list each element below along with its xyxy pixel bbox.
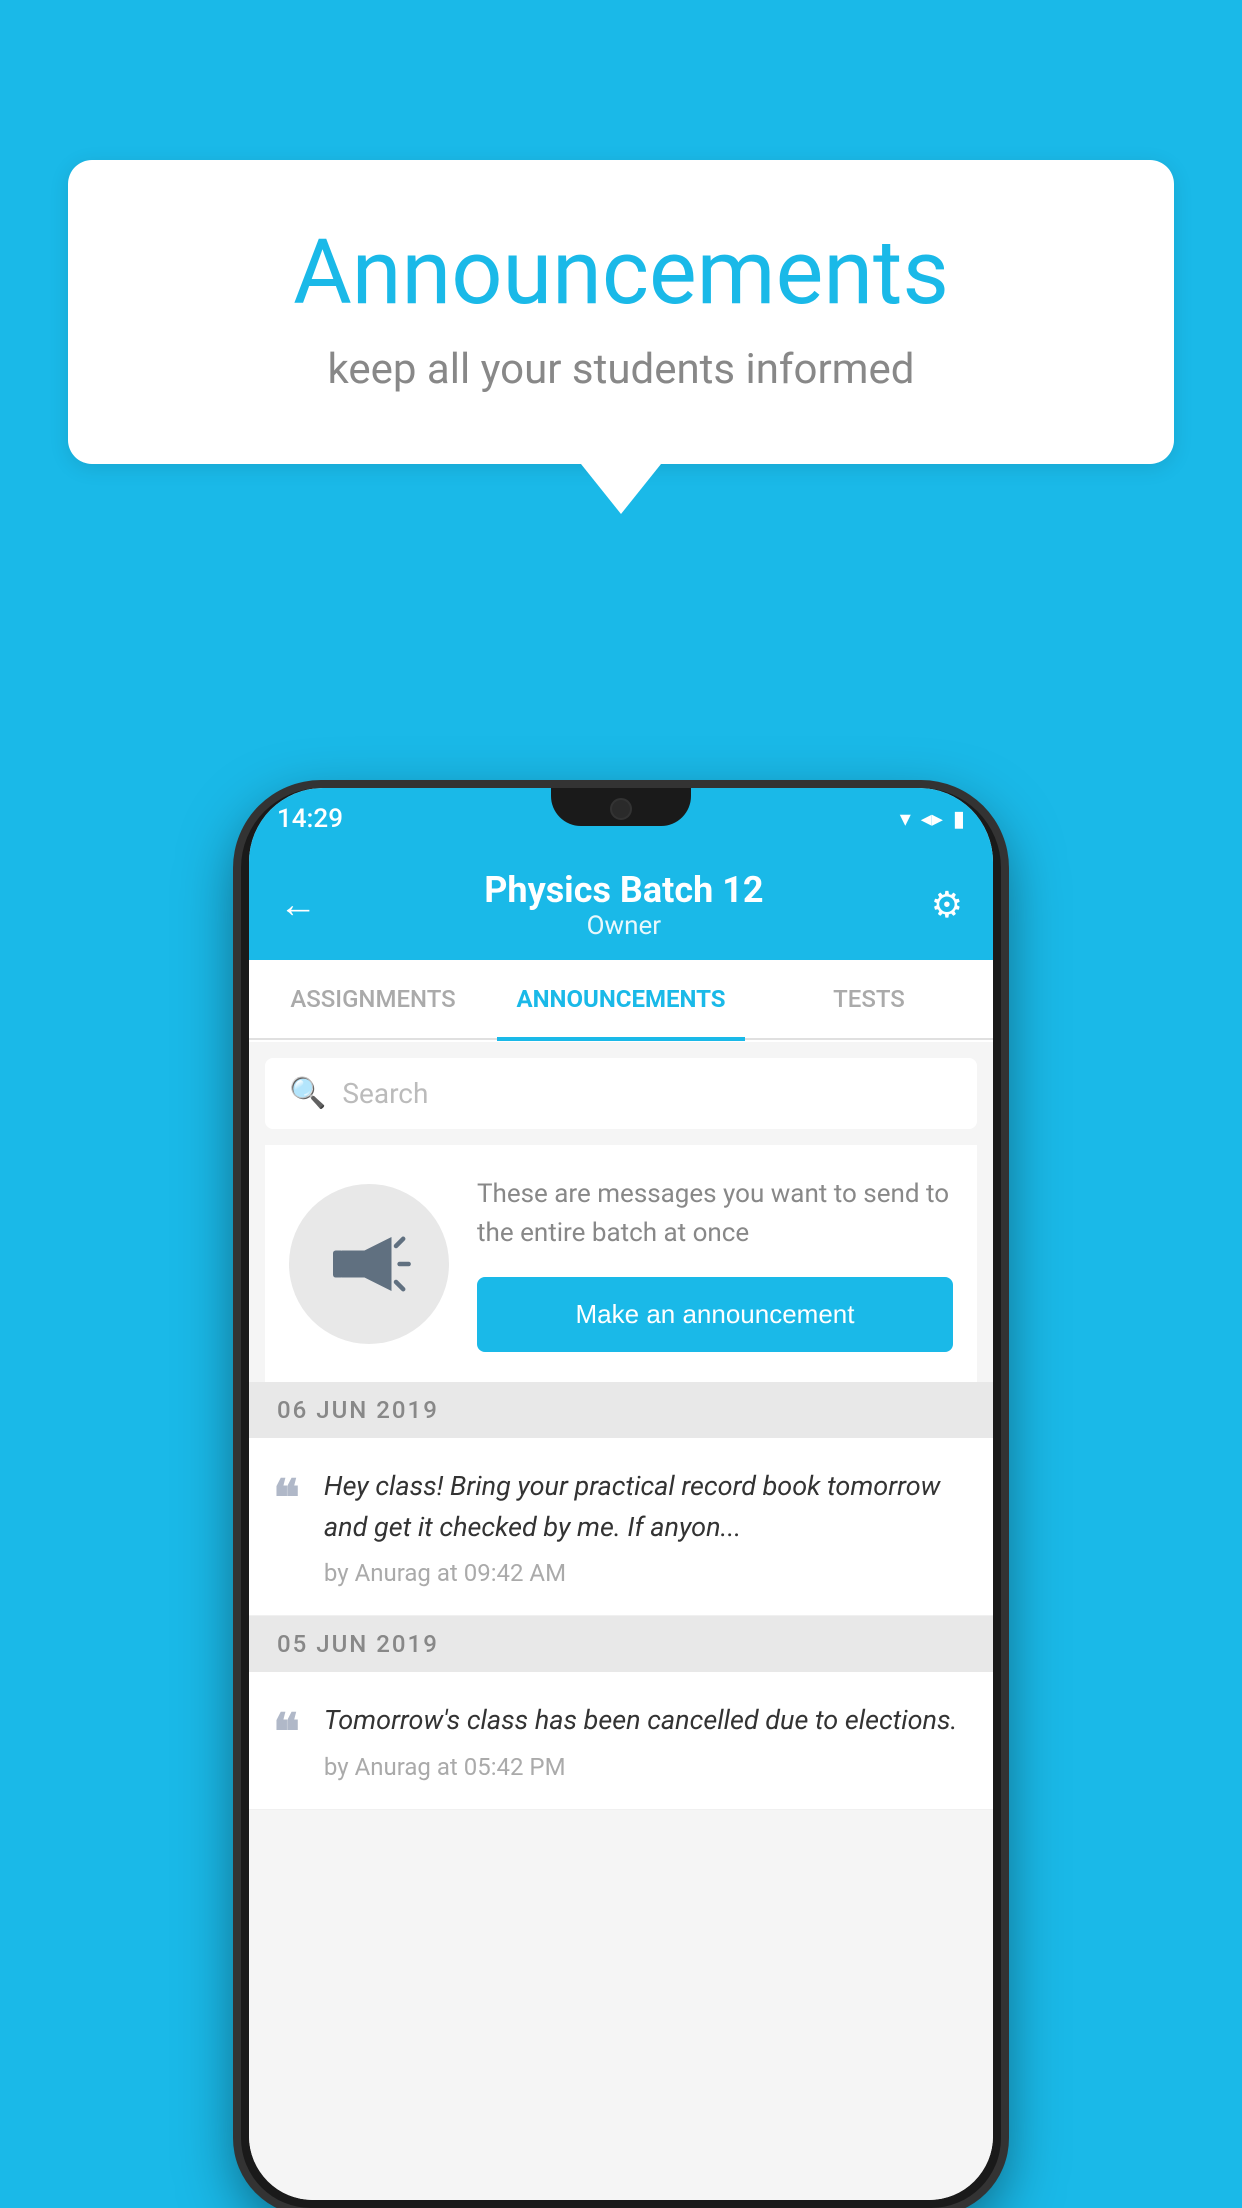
search-placeholder: Search [342,1077,428,1110]
cta-description: These are messages you want to send to t… [477,1175,953,1253]
phone-screen: 14:29 ▾ ◂▸ ▮ ← Physics Batch 12 Owner ⚙ … [249,788,993,2200]
tab-assignments[interactable]: ASSIGNMENTS [249,957,497,1041]
app-header: ← Physics Batch 12 Owner ⚙ [249,850,993,960]
tab-tests[interactable]: TESTS [745,957,993,1041]
announcement-author-2: by Anurag at 05:42 PM [324,1753,965,1781]
announcement-cta: These are messages you want to send to t… [265,1145,977,1382]
announcement-message-2: Tomorrow's class has been cancelled due … [324,1700,965,1741]
tab-bar: ASSIGNMENTS ANNOUNCEMENTS TESTS [249,960,993,1040]
phone-mockup: 14:29 ▾ ◂▸ ▮ ← Physics Batch 12 Owner ⚙ … [241,788,1001,2208]
make-announcement-button[interactable]: Make an announcement [477,1277,953,1352]
quote-icon-2: ❝ [273,1708,300,1758]
tab-announcements[interactable]: ANNOUNCEMENTS [497,957,745,1041]
status-icons: ▾ ◂▸ ▮ [900,807,965,832]
speech-bubble: Announcements keep all your students inf… [68,160,1174,464]
bubble-tail [581,464,661,514]
announcement-text-2: Tomorrow's class has been cancelled due … [324,1700,965,1781]
date-separator-2: 05 JUN 2019 [249,1616,993,1672]
announcement-item-2: ❝ Tomorrow's class has been cancelled du… [249,1672,993,1810]
back-button[interactable]: ← [279,883,317,927]
megaphone-icon [324,1219,414,1309]
header-center: Physics Batch 12 Owner [317,869,931,941]
header-subtitle: Owner [317,911,931,941]
announcement-message-1: Hey class! Bring your practical record b… [324,1466,965,1547]
header-title: Physics Batch 12 [317,869,931,911]
phone-camera [610,798,632,820]
bubble-title: Announcements [148,220,1094,325]
status-time: 14:29 [277,804,343,834]
settings-button[interactable]: ⚙ [931,884,963,926]
quote-icon-1: ❝ [273,1474,300,1524]
announcement-item-1: ❝ Hey class! Bring your practical record… [249,1438,993,1616]
speech-bubble-container: Announcements keep all your students inf… [68,160,1174,514]
wifi-icon: ▾ [900,807,911,832]
megaphone-circle [289,1184,449,1344]
search-bar[interactable]: 🔍 Search [265,1058,977,1129]
signal-icon: ◂▸ [921,807,943,832]
announcement-text-1: Hey class! Bring your practical record b… [324,1466,965,1587]
phone-notch [551,788,691,826]
battery-icon: ▮ [953,807,965,832]
search-icon: 🔍 [289,1076,326,1111]
cta-right: These are messages you want to send to t… [477,1175,953,1352]
bubble-subtitle: keep all your students informed [148,345,1094,394]
announcement-author-1: by Anurag at 09:42 AM [324,1559,965,1587]
content-area: 🔍 Search These are messages you want to … [249,1042,993,2200]
date-separator-1: 06 JUN 2019 [249,1382,993,1438]
